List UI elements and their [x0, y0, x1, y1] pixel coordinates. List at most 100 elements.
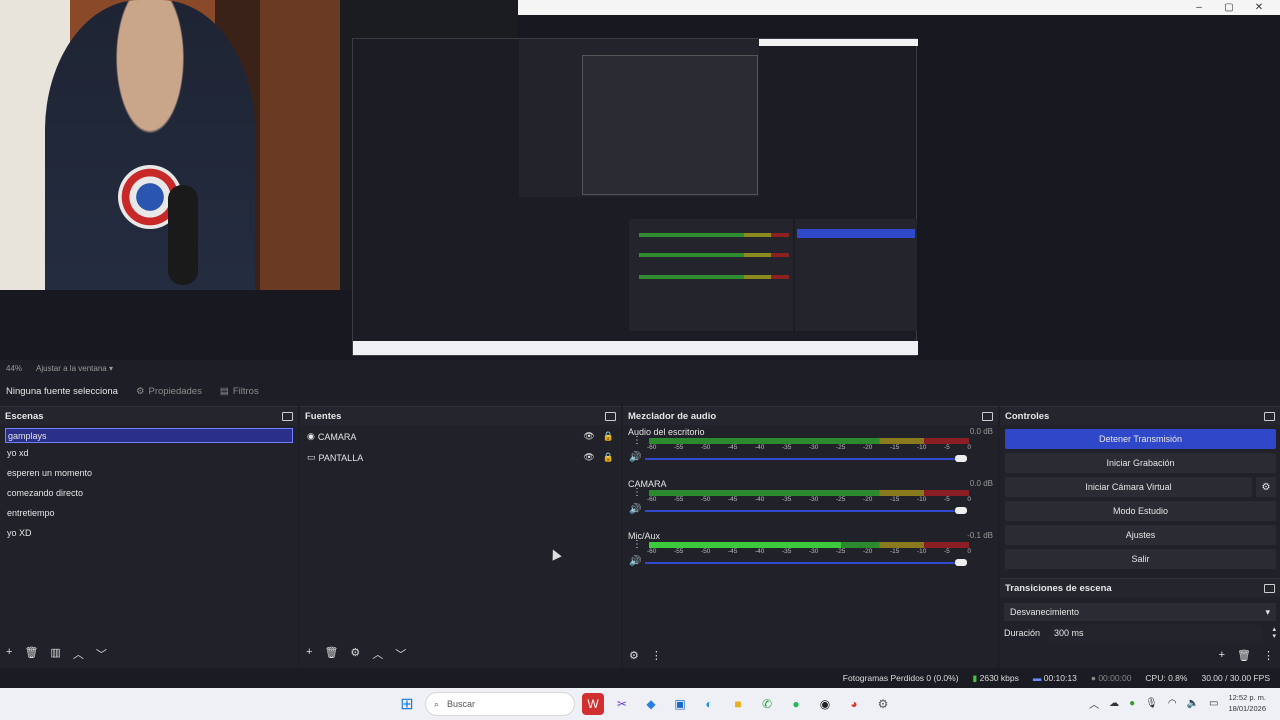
volume-slider[interactable] [645, 455, 967, 462]
more-icon[interactable]: ⋮ [632, 540, 642, 550]
volume-slider[interactable] [645, 507, 967, 514]
speaker-icon[interactable]: 🔊 [629, 504, 641, 515]
chevron-down-icon[interactable]: ﹀ [395, 646, 406, 662]
source-item[interactable]: ▭ PANTALLA 👁 🔒 [300, 447, 621, 468]
scene-item[interactable]: entretiempo [0, 503, 298, 523]
filter-icon[interactable]: ▥ [50, 646, 60, 662]
meter-ticks: -60 -55 -50 -45 -40 -35 -30 -25 -20 -15 -10 -5 0 [647, 444, 971, 451]
chrome-icon[interactable]: ◕ [843, 693, 865, 715]
chevron-down-icon[interactable]: ﹀ [96, 646, 107, 662]
gear-icon[interactable]: ⚙ [350, 646, 360, 662]
meter-tick-label: -50 [701, 444, 711, 451]
app-icon[interactable]: W [582, 693, 604, 715]
scene-item[interactable]: comezando directo [0, 483, 298, 503]
meter-tick-label: -60 [647, 496, 657, 503]
float-icon[interactable] [282, 411, 293, 421]
speaker-icon[interactable]: 🔊 [629, 452, 641, 463]
clock-date: 18/01/2026 [1228, 704, 1266, 713]
float-icon[interactable] [1264, 411, 1275, 421]
virtual-camera-button[interactable]: Iniciar Cámara Virtual [1005, 477, 1252, 497]
window-app-icon[interactable]: ▣ [669, 693, 691, 715]
meter-tick-label: -10 [917, 496, 927, 503]
obs-icon[interactable]: ◉ [814, 693, 836, 715]
settings-button[interactable]: Ajustes [1005, 525, 1276, 545]
trash-icon[interactable]: 🗑 [1237, 649, 1251, 662]
scene-item[interactable]: gamplays [5, 428, 293, 443]
meter-tick-label: -25 [836, 548, 846, 555]
lock-icon[interactable]: 🔒 [603, 452, 614, 463]
folder-icon[interactable]: ■ [727, 693, 749, 715]
meter-tick-label: -45 [728, 444, 738, 451]
chevron-up-icon[interactable]: ︿ [372, 646, 383, 662]
edge-icon[interactable]: ◐ [698, 693, 720, 715]
stream-time-value: 00:10:13 [1043, 673, 1077, 683]
mixer-channel: Audio del escritorio 0.0 dB ⋮ -60 -55 -50 -4… [623, 425, 998, 477]
wifi-icon[interactable]: ◠ [1168, 698, 1177, 709]
filters-button[interactable]: ▤ Filtros [220, 386, 259, 397]
exit-button[interactable]: Salir [1005, 549, 1276, 569]
properties-button[interactable]: ⚙ Propiedades [136, 386, 202, 397]
float-icon[interactable] [1264, 583, 1275, 593]
float-icon[interactable] [605, 411, 616, 421]
record-timer: ● 00:00:00 [1091, 673, 1132, 683]
more-icon[interactable]: ⋮ [632, 488, 642, 498]
snipping-icon[interactable]: ✂ [611, 693, 633, 715]
close-icon[interactable]: ✕ [1252, 2, 1266, 13]
clock[interactable]: 12:52 p. m. 18/01/2026 [1228, 692, 1266, 714]
battery-icon[interactable]: ▭ [1209, 698, 1218, 709]
gear-icon: ⚙ [135, 385, 145, 397]
speaker-icon[interactable]: 🔊 [629, 556, 641, 567]
copilot-icon[interactable]: ◆ [640, 693, 662, 715]
eye-icon[interactable]: 👁 [583, 431, 594, 442]
minimize-icon[interactable]: ‒ [1192, 2, 1206, 13]
eye-icon[interactable]: 👁 [583, 452, 594, 463]
trash-icon[interactable]: 🗑 [24, 646, 38, 662]
more-icon[interactable]: ⋮ [651, 649, 662, 662]
scene-item[interactable]: esperen un momento [0, 463, 298, 483]
duration-value: 300 ms [1054, 628, 1084, 638]
stop-stream-button[interactable]: Detener Transmisión [1005, 429, 1276, 449]
chevron-up-icon[interactable]: ︿ [1089, 696, 1099, 711]
start-recording-button[interactable]: Iniciar Grabación [1005, 453, 1276, 473]
channel-db: -0.1 dB [967, 531, 993, 540]
meter-tick-label: 0 [967, 548, 971, 555]
scene-item[interactable]: yo XD [0, 523, 298, 543]
microphone-icon[interactable]: 🎙 [1145, 698, 1158, 709]
meter-tick-label: 0 [967, 496, 971, 503]
maximize-icon[interactable]: ▢ [1222, 2, 1236, 13]
status-bar: Fotogramas Perdidos 0 (0.0%) ▮ 2630 kbps… [0, 668, 1280, 688]
meter-tick-label: -15 [890, 548, 900, 555]
taskbar-search[interactable]: ⌕ Buscar [425, 692, 575, 716]
meter-tick-label: -60 [647, 548, 657, 555]
add-icon[interactable]: + [1219, 649, 1225, 662]
source-item[interactable]: ◉ CAMARA 👁 🔒 [300, 426, 621, 447]
stepper-icon[interactable]: ▴ ▾ [1272, 626, 1276, 640]
whatsapp-icon[interactable]: ✆ [756, 693, 778, 715]
volume-icon[interactable]: 🔈 [1187, 698, 1199, 709]
duration-input[interactable]: 300 ms [1050, 625, 1263, 641]
more-icon[interactable]: ⋮ [1263, 649, 1274, 662]
add-icon[interactable]: + [6, 646, 12, 662]
transition-select[interactable]: Desvanecimiento ▾ [1004, 603, 1276, 621]
chevron-up-icon[interactable]: ︿ [73, 646, 84, 662]
more-icon[interactable]: ⋮ [632, 436, 642, 446]
windows-start-icon[interactable]: ⊞ [396, 693, 418, 715]
cloud-icon[interactable]: ☁ [1109, 698, 1119, 709]
filters-label: Filtros [232, 385, 259, 397]
advanced-audio-icon[interactable]: ⚙ [629, 649, 639, 662]
spotify-icon[interactable]: ● [785, 693, 807, 715]
trash-icon[interactable]: 🗑 [324, 646, 338, 662]
transition-value: Desvanecimiento [1010, 607, 1080, 617]
float-icon[interactable] [982, 411, 993, 421]
add-icon[interactable]: + [306, 646, 312, 662]
volume-slider[interactable] [645, 559, 967, 566]
tray-app-icon[interactable]: ● [1129, 698, 1135, 709]
gear-icon[interactable]: ⚙ [1256, 477, 1276, 497]
settings-icon[interactable]: ⚙ [872, 693, 894, 715]
lock-icon[interactable]: 🔒 [603, 431, 614, 442]
studio-mode-button[interactable]: Modo Estudio [1005, 501, 1276, 521]
meter-tick-label: -50 [701, 496, 711, 503]
meter-ticks: -60 -55 -50 -45 -40 -35 -30 -25 -20 -15 -10 -5 0 [647, 548, 971, 555]
fit-window-dropdown[interactable]: Ajustar a la ventana ▾ [36, 364, 113, 373]
scene-item[interactable]: yo xd [0, 443, 298, 463]
